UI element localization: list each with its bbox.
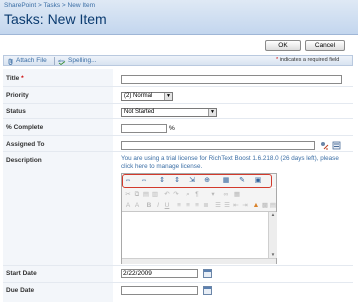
calendar-icon[interactable] bbox=[203, 269, 212, 278]
required-field-note: * indicates a required field bbox=[276, 57, 339, 63]
row-divider bbox=[3, 282, 353, 283]
editor-vertical-scrollbar[interactable]: ▲ ▼ bbox=[268, 212, 277, 258]
outdent-icon[interactable]: ⇤ bbox=[232, 202, 240, 210]
paste-text-icon[interactable]: ▥ bbox=[151, 191, 159, 199]
due-date-label: Due Date bbox=[6, 287, 35, 294]
editor-content[interactable] bbox=[122, 212, 268, 258]
breadcrumb-separator: > bbox=[61, 2, 66, 9]
chevron-down-icon: ▼ bbox=[208, 109, 216, 116]
calendar-icon[interactable] bbox=[203, 286, 212, 295]
priority-value: (2) Normal bbox=[124, 93, 153, 99]
start-date-input[interactable] bbox=[121, 269, 198, 278]
row-divider bbox=[3, 86, 353, 87]
paste-icon[interactable]: ▤ bbox=[142, 191, 150, 199]
bold-icon[interactable]: B bbox=[145, 202, 153, 210]
style-icon[interactable]: ▾ bbox=[209, 191, 217, 199]
find-icon[interactable]: ⌕ bbox=[184, 191, 192, 199]
breadcrumb-separator: > bbox=[37, 2, 42, 9]
status-value: Not Started bbox=[124, 109, 155, 115]
copy-icon[interactable]: ⧉ bbox=[133, 191, 141, 199]
undo-icon[interactable]: ↶ bbox=[163, 191, 171, 199]
align-center-icon[interactable]: ≡ bbox=[184, 202, 192, 210]
font-size-icon[interactable]: A bbox=[124, 202, 132, 210]
status-label: Status bbox=[6, 108, 26, 115]
breadcrumb-current: New Item bbox=[67, 2, 95, 9]
indent-icon[interactable]: ⇥ bbox=[241, 202, 249, 210]
row-divider bbox=[3, 265, 353, 266]
cancel-button[interactable]: Cancel bbox=[305, 40, 345, 51]
required-marker: * bbox=[276, 57, 279, 63]
start-date-label: Start Date bbox=[6, 270, 37, 277]
scroll-up-icon[interactable]: ▲ bbox=[269, 212, 277, 218]
address-book-icon[interactable] bbox=[332, 141, 341, 150]
spelling-link[interactable]: Spelling... bbox=[68, 57, 97, 64]
row-divider bbox=[3, 151, 353, 152]
format-icon[interactable]: ¶ bbox=[193, 191, 201, 199]
percent-complete-input[interactable] bbox=[121, 124, 167, 133]
align-right-icon[interactable]: ≡ bbox=[193, 202, 201, 210]
status-select[interactable]: Not Started ▼ bbox=[121, 108, 217, 117]
check-names-icon[interactable] bbox=[320, 141, 329, 150]
cut-icon[interactable]: ✂ bbox=[124, 191, 132, 199]
text-color-icon[interactable]: ▲ bbox=[252, 202, 260, 210]
html-icon[interactable]: ▤ bbox=[269, 202, 277, 210]
editor-horizontal-scrollbar[interactable] bbox=[122, 258, 276, 264]
breadcrumb-tasks[interactable]: Tasks bbox=[43, 2, 60, 9]
breadcrumb-sharepoint[interactable]: SharePoint bbox=[4, 2, 36, 9]
toolbar-divider bbox=[54, 57, 55, 65]
hyperlink-icon[interactable]: ∞ bbox=[222, 191, 230, 199]
trial-license-notice[interactable]: You are using a trial license for RichTe… bbox=[121, 155, 351, 171]
breadcrumb: SharePoint > Tasks > New Item bbox=[4, 2, 95, 9]
align-left-icon[interactable]: ≡ bbox=[175, 202, 183, 210]
title-label-text: Title bbox=[6, 75, 20, 82]
description-label: Description bbox=[6, 157, 42, 164]
italic-icon[interactable]: I bbox=[154, 202, 162, 210]
row-divider bbox=[3, 135, 353, 136]
required-note-text: indicates a required field bbox=[279, 57, 340, 63]
due-date-input[interactable] bbox=[121, 286, 198, 295]
bullet-list-icon[interactable]: ☰ bbox=[223, 202, 231, 210]
toolbar-highlight bbox=[122, 174, 272, 188]
page-title: Tasks: New Item bbox=[4, 11, 107, 27]
font-color-icon[interactable]: A bbox=[133, 202, 141, 210]
priority-label: Priority bbox=[6, 92, 29, 99]
insert-table-icon[interactable]: ▦ bbox=[233, 191, 241, 199]
underline-icon[interactable]: U bbox=[163, 202, 171, 210]
highlight-icon[interactable]: ▩ bbox=[261, 202, 269, 210]
required-marker: * bbox=[21, 75, 24, 82]
spelling-icon: abc bbox=[58, 58, 66, 65]
redo-icon[interactable]: ↷ bbox=[172, 191, 180, 199]
assigned-to-label: Assigned To bbox=[6, 141, 45, 148]
row-divider bbox=[3, 103, 353, 104]
title-input[interactable] bbox=[121, 75, 342, 84]
numbered-list-icon[interactable]: ☰ bbox=[214, 202, 222, 210]
paperclip-icon bbox=[8, 58, 14, 65]
percent-suffix: % bbox=[169, 125, 175, 132]
percent-complete-label: % Complete bbox=[6, 124, 44, 131]
assigned-to-input[interactable] bbox=[121, 141, 315, 150]
ok-button[interactable]: OK bbox=[265, 40, 301, 51]
row-divider bbox=[3, 118, 353, 119]
title-label: Title * bbox=[6, 75, 24, 82]
justify-icon[interactable]: ≣ bbox=[202, 202, 210, 210]
attach-file-link[interactable]: Attach File bbox=[16, 57, 47, 64]
priority-select[interactable]: (2) Normal ▼ bbox=[121, 92, 173, 101]
chevron-down-icon: ▼ bbox=[164, 93, 172, 100]
